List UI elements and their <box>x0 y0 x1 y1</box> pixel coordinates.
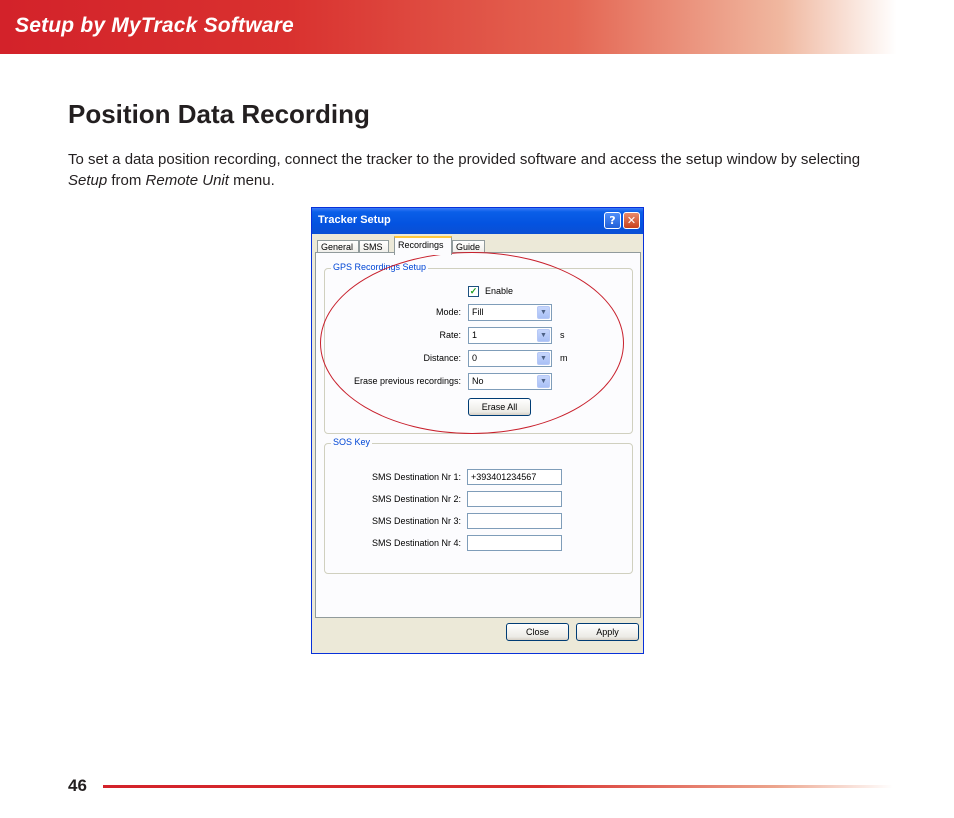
section-header-title: Setup by MyTrack Software <box>15 14 294 37</box>
sms-destination-4-field[interactable] <box>467 535 562 551</box>
sms-destination-3-field[interactable] <box>467 513 562 529</box>
intro-text-2: from <box>107 172 146 189</box>
sos-group-title: SOS Key <box>331 437 373 447</box>
intro-remote-unit-term: Remote Unit <box>145 172 229 189</box>
footer-rule <box>103 785 893 788</box>
tab-recordings[interactable]: Recordings <box>394 236 452 255</box>
intro-paragraph: To set a data position recording, connec… <box>68 149 898 191</box>
page-number: 46 <box>68 776 87 795</box>
sms-destination-2-field[interactable] <box>467 491 562 507</box>
header-band: Setup by MyTrack Software <box>0 0 954 54</box>
sms-destination-1-field[interactable]: +393401234567 <box>467 469 562 485</box>
intro-text-1: To set a data position recording, connec… <box>68 151 861 168</box>
window-title: Tracker Setup <box>318 214 391 226</box>
sms-destination-1-label: SMS Destination Nr 1: <box>371 472 461 482</box>
intro-text-3: menu. <box>228 172 275 189</box>
sms-destination-4-label: SMS Destination Nr 4: <box>371 538 461 548</box>
close-button[interactable]: Close <box>506 623 569 641</box>
intro-setup-term: Setup <box>68 172 108 189</box>
page-title: Position Data Recording <box>68 99 370 129</box>
sms-destination-2-label: SMS Destination Nr 2: <box>371 494 461 504</box>
window-titlebar[interactable]: Tracker Setup ? ✕ <box>312 208 643 234</box>
sos-key-group: SOS Key SMS Destination Nr 1: +393401234… <box>324 437 633 574</box>
help-icon[interactable]: ? <box>604 212 621 229</box>
close-icon[interactable]: ✕ <box>623 212 640 229</box>
highlight-ellipse <box>320 252 624 434</box>
sms-destination-3-label: SMS Destination Nr 3: <box>371 516 461 526</box>
apply-button[interactable]: Apply <box>576 623 639 641</box>
